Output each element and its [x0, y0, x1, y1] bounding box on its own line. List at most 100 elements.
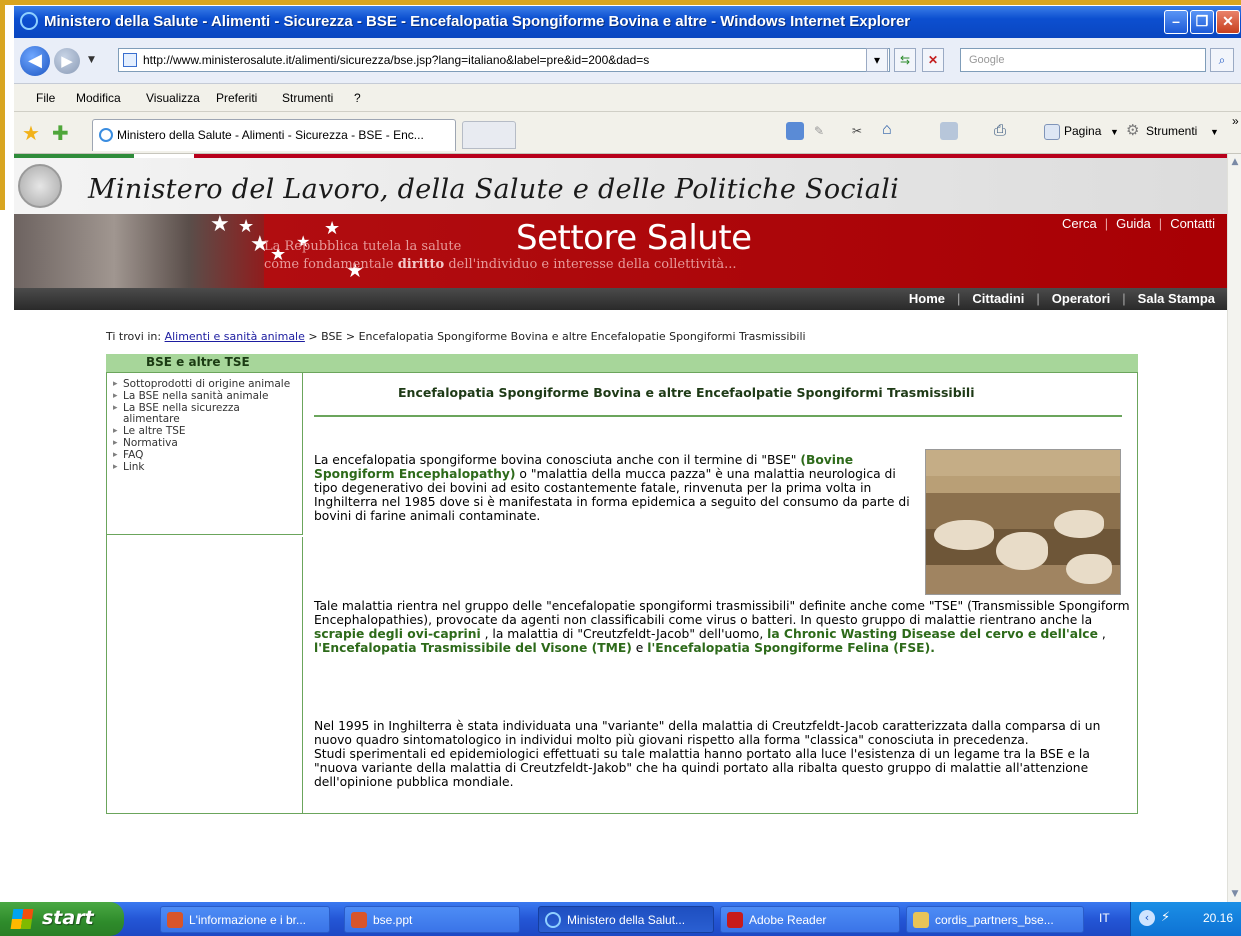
cows-photo	[925, 449, 1121, 595]
print-icon[interactable]: ⎙	[994, 122, 1006, 139]
search-icon[interactable]: ⌕	[1210, 48, 1234, 72]
add-favorite-icon[interactable]: ✚	[52, 121, 69, 145]
frame-border-top	[0, 0, 1241, 5]
ministry-banner: Ministero del Lavoro, della Salute e del…	[14, 158, 1227, 214]
task-cordis[interactable]: cordis_partners_bse...	[906, 906, 1084, 933]
maximize-button[interactable]: ❐	[1190, 10, 1214, 34]
task-label: Adobe Reader	[749, 913, 827, 927]
link-guida[interactable]: Guida	[1116, 216, 1151, 231]
breadcrumb: Ti trovi in: Alimenti e sanità animale >…	[106, 330, 806, 343]
page-menu-button[interactable]: Pagina	[1064, 124, 1101, 138]
page-menu-icon	[1044, 124, 1060, 140]
paragraph-2: Tale malattia rientra nel gruppo delle "…	[314, 599, 1134, 655]
task-ministero[interactable]: Ministero della Salut...	[538, 906, 714, 933]
nav-operatori[interactable]: Operatori	[1052, 291, 1111, 306]
tab-command-bar: ★ ✚ Ministero della Salute - Alimenti - …	[14, 112, 1241, 154]
messenger-icon[interactable]	[786, 122, 804, 140]
url-text: http://www.ministerosalute.it/alimenti/s…	[143, 53, 650, 67]
sidebar-item-normativa[interactable]: Normativa	[113, 438, 296, 450]
tab-ministero[interactable]: Ministero della Salute - Alimenti - Sicu…	[92, 119, 456, 151]
menu-bar: File Modifica Visualizza Preferiti Strum…	[14, 84, 1241, 112]
feeds-icon[interactable]	[940, 122, 958, 140]
sidebar-item-sanita-animale[interactable]: La BSE nella sanità animale	[113, 391, 296, 403]
frame-border-left	[0, 0, 5, 210]
cow-shape	[934, 520, 994, 550]
title-divider	[314, 415, 1122, 417]
paragraph-highlight: la Chronic Wasting Disease del cervo e d…	[767, 627, 1098, 641]
start-button[interactable]: start	[0, 902, 124, 936]
back-button[interactable]: ◀	[20, 46, 50, 76]
page-dropdown-icon[interactable]: ▼	[1110, 127, 1119, 137]
motto-text: dell'individuo e interesse della collett…	[444, 257, 737, 272]
motto-line2: come fondamentale diritto dell'individuo…	[264, 256, 737, 274]
nav-cittadini[interactable]: Cittadini	[972, 291, 1024, 306]
menu-preferiti[interactable]: Preferiti	[216, 91, 257, 105]
start-label: start	[42, 907, 94, 929]
page-icon	[123, 53, 137, 67]
nav-home[interactable]: Home	[909, 291, 945, 306]
search-input[interactable]: Google	[960, 48, 1206, 72]
sidebar-item-sicurezza-alimentare[interactable]: La BSE nella sicurezza alimentare	[113, 403, 296, 425]
paragraph-text: , la malattia di "Creutzfeldt-Jacob" del…	[480, 627, 768, 641]
ie-icon	[20, 12, 38, 30]
motto-text: come fondamentale	[264, 257, 398, 272]
window-title: Ministero della Salute - Alimenti - Sicu…	[44, 13, 911, 30]
tools-dropdown-icon[interactable]: ▼	[1210, 127, 1219, 137]
vertical-scrollbar[interactable]: ▲ ▼	[1227, 154, 1241, 902]
sidebar-empty-area	[107, 537, 303, 814]
task-bse-ppt[interactable]: bse.ppt	[344, 906, 520, 933]
favorites-star-icon[interactable]: ★	[22, 121, 40, 145]
paragraph-3: Nel 1995 in Inghilterra è stata individu…	[314, 719, 1134, 789]
scroll-down-icon[interactable]: ▼	[1228, 886, 1241, 902]
forward-button[interactable]: ▶	[54, 48, 80, 74]
sidebar-item-link[interactable]: Link	[113, 462, 296, 474]
stop-icon[interactable]: ✕	[922, 48, 944, 72]
nav-sala-stampa[interactable]: Sala Stampa	[1138, 291, 1215, 306]
toolbar-overflow-icon[interactable]: »	[1232, 114, 1239, 128]
language-indicator[interactable]: IT	[1099, 911, 1110, 925]
tab-ie-icon	[99, 128, 113, 142]
scroll-up-icon[interactable]: ▲	[1228, 154, 1241, 170]
menu-visualizza[interactable]: Visualizza	[146, 91, 200, 105]
minimize-button[interactable]: –	[1164, 10, 1188, 34]
sidebar-item-sottoprodotti[interactable]: Sottoprodotti di origine animale	[113, 379, 296, 391]
paragraph-1: La encefalopatia spongiforme bovina cono…	[314, 453, 918, 523]
sidebar-item-faq[interactable]: FAQ	[113, 450, 296, 462]
tab-label: Ministero della Salute - Alimenti - Sicu…	[117, 128, 424, 142]
tools-menu-button[interactable]: Strumenti	[1146, 124, 1197, 138]
menu-file[interactable]: File	[36, 91, 55, 105]
motto: La Repubblica tutela la salute come fond…	[264, 238, 737, 274]
banner-star-icon: ★	[324, 218, 341, 239]
link-cerca[interactable]: Cerca	[1062, 216, 1097, 231]
menu-help[interactable]: ?	[354, 91, 361, 105]
paragraph-text: Studi sperimentali ed epidemiologici eff…	[314, 747, 1090, 789]
task-label: bse.ppt	[373, 913, 413, 927]
menu-strumenti[interactable]: Strumenti	[282, 91, 333, 105]
breadcrumb-link[interactable]: Alimenti e sanità animale	[165, 330, 305, 343]
sidebar-item-altre-tse[interactable]: Le altre TSE	[113, 426, 296, 438]
close-button[interactable]: ✕	[1216, 10, 1240, 34]
link-contatti[interactable]: Contatti	[1170, 216, 1215, 231]
history-dropdown-icon[interactable]: ▼	[88, 55, 95, 65]
address-dropdown-icon[interactable]: ▾	[866, 48, 888, 72]
home-icon[interactable]: ⌂	[882, 121, 892, 139]
menu-modifica[interactable]: Modifica	[76, 91, 121, 105]
main-nav: Home | Cittadini | Operatori | Sala Stampa	[14, 288, 1227, 310]
tray-expand-icon[interactable]: ‹	[1139, 910, 1155, 926]
network-icon[interactable]: ⚡	[1161, 910, 1170, 925]
separator: |	[1158, 216, 1163, 231]
task-informazione[interactable]: L'informazione e i br...	[160, 906, 330, 933]
separator: |	[1104, 216, 1109, 231]
scissors-icon[interactable]: ✂	[852, 124, 862, 138]
separator: |	[1036, 291, 1040, 306]
task-label: Ministero della Salut...	[567, 913, 686, 927]
address-field[interactable]: http://www.ministerosalute.it/alimenti/s…	[118, 48, 890, 72]
paragraph-highlight: scrapie degli ovi-caprini	[314, 627, 481, 641]
paragraph-text: La encefalopatia spongiforme bovina cono…	[314, 453, 801, 467]
cow-shape	[1054, 510, 1104, 538]
separator: |	[1122, 291, 1126, 306]
pencil-icon[interactable]: ✎	[814, 124, 824, 138]
refresh-icon[interactable]: ⇆	[894, 48, 916, 72]
task-adobe-reader[interactable]: Adobe Reader	[720, 906, 900, 933]
new-tab-button[interactable]	[462, 121, 516, 149]
